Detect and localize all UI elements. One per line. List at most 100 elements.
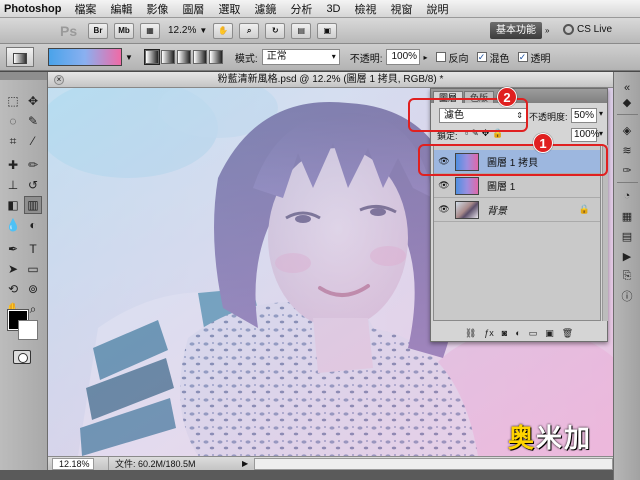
pen-tool-icon[interactable]: ✒ (4, 240, 22, 258)
styles-panel-icon[interactable]: ▤ (619, 228, 635, 244)
layer-opacity-field[interactable]: 50% (571, 108, 597, 123)
3d-panel-icon[interactable]: ◆ (619, 94, 635, 110)
history-panel-icon[interactable]: ⎘ (619, 268, 635, 284)
workspace-bottom (0, 470, 640, 480)
workspace-more-icon[interactable]: » (545, 26, 549, 35)
opacity-slider-icon[interactable]: ▸ (423, 53, 427, 62)
shape-tool-icon[interactable]: ▭ (24, 260, 42, 278)
reflected-gradient-button[interactable] (192, 50, 207, 64)
layer-row[interactable]: 👁 背景 🔒 (434, 198, 600, 222)
info-panel-icon[interactable]: ⓘ (619, 288, 635, 304)
add-mask-icon[interactable]: ◙ (502, 328, 507, 338)
dodge-tool-icon[interactable]: ◐ (24, 216, 42, 234)
new-layer-icon[interactable]: ▣ (545, 328, 554, 339)
swatches-panel-icon[interactable]: ▦ (619, 208, 635, 224)
layer-name[interactable]: 背景 (487, 202, 507, 217)
angle-gradient-button[interactable] (176, 50, 191, 64)
color-panel-icon[interactable]: ◔ (619, 188, 635, 204)
layer-style-icon[interactable]: ƒx (484, 328, 494, 338)
screen-mode-button[interactable]: ▣ (317, 22, 338, 39)
delete-layer-icon[interactable]: 🗑 (562, 328, 573, 339)
reverse-checkbox[interactable]: 反向 (435, 50, 469, 65)
menu-analysis[interactable]: 分析 (283, 1, 319, 17)
fill-field[interactable]: 100% (571, 128, 600, 142)
gradient-tool-icon[interactable]: ▥ (24, 196, 42, 214)
crop-tool-icon[interactable]: ⌗ (4, 132, 22, 150)
diamond-gradient-button[interactable] (208, 50, 223, 64)
app-name-menu[interactable]: Photoshop (0, 3, 67, 15)
visibility-eye-icon[interactable]: 👁 (437, 204, 451, 215)
history-brush-tool-icon[interactable]: ↺ (24, 176, 42, 194)
blur-tool-icon[interactable]: 💧 (4, 216, 22, 234)
step-badge-1: 1 (533, 133, 553, 153)
mode-select[interactable]: 正常 ▾ (261, 49, 340, 65)
link-layers-icon[interactable]: ⛓ (465, 328, 476, 339)
menu-help[interactable]: 說明 (420, 1, 456, 17)
menu-view[interactable]: 檢視 (348, 1, 384, 17)
visibility-eye-icon[interactable]: 👁 (437, 180, 451, 191)
menu-3d[interactable]: 3D (319, 3, 347, 15)
status-zoom-field[interactable]: 12.18% (52, 457, 94, 470)
3d-rotate-tool-icon[interactable]: ⟲ (4, 280, 22, 298)
fill-slider-icon[interactable]: ▾ (599, 129, 603, 138)
zoom-level[interactable]: 12.2% (168, 25, 196, 36)
3d-orbit-tool-icon[interactable]: ⊚ (24, 280, 42, 298)
document-title: 粉藍清新風格.psd @ 12.2% (圖層 1 拷貝, RGB/8) * (217, 74, 444, 85)
lasso-tool-icon[interactable]: ◌ (4, 112, 22, 130)
layers-panel-icon[interactable]: ◈ (619, 122, 635, 138)
radial-gradient-button[interactable] (160, 50, 175, 64)
transparency-checkbox[interactable]: ✓ 透明 (517, 50, 551, 65)
adjustment-layer-icon[interactable]: ◐ (515, 328, 520, 338)
background-color-swatch[interactable] (18, 320, 38, 340)
actions-panel-icon[interactable]: ▶ (619, 248, 635, 264)
cs-live-icon (563, 24, 574, 35)
bridge-button[interactable]: Br (88, 22, 108, 39)
move-tool-icon[interactable]: ✥ (24, 92, 42, 110)
channels-panel-icon[interactable]: ≋ (619, 142, 635, 158)
document-title-bar[interactable]: × 粉藍清新風格.psd @ 12.2% (圖層 1 拷貝, RGB/8) * (48, 72, 613, 88)
clone-stamp-tool-icon[interactable]: ⊥ (4, 176, 22, 194)
opacity-slider-icon[interactable]: ▾ (599, 109, 603, 118)
gradient-picker-icon[interactable]: ▼ (125, 53, 133, 62)
opacity-field[interactable]: 100% (386, 49, 421, 65)
zoom-dropdown-icon[interactable]: ▼ (199, 26, 207, 35)
status-menu-icon[interactable]: ▶ (242, 459, 248, 468)
layer-name[interactable]: 圖層 1 (487, 178, 515, 193)
eraser-tool-icon[interactable]: ◧ (4, 196, 22, 214)
path-selection-tool-icon[interactable]: ➤ (4, 260, 22, 278)
brush-tool-icon[interactable]: ✏ (24, 156, 42, 174)
menu-filter[interactable]: 濾鏡 (247, 1, 283, 17)
dither-checkbox[interactable]: ✓ 混色 (476, 50, 510, 65)
rotate-view-button[interactable]: ↻ (265, 22, 286, 39)
quick-selection-tool-icon[interactable]: ✎ (24, 112, 42, 130)
menu-file[interactable]: 檔案 (67, 1, 103, 17)
hand-tool-button[interactable]: ✋ (213, 22, 234, 39)
horizontal-scrollbar[interactable] (254, 457, 613, 470)
options-bar: ▼ 模式: 正常 ▾ 不透明: 100% ▸ 反向 ✓ 混色 ✓ 透明 (0, 44, 640, 71)
panel-grip[interactable] (0, 72, 47, 80)
cs-live-button[interactable]: CS Live (563, 24, 612, 35)
view-extras-button[interactable]: ▦ (140, 22, 160, 39)
tool-preset-picker[interactable] (6, 47, 34, 67)
workspace-button[interactable]: 基本功能 (490, 22, 542, 39)
healing-brush-tool-icon[interactable]: ✚ (4, 156, 22, 174)
layer-row[interactable]: 👁 圖層 1 (434, 174, 600, 198)
eyedropper-tool-icon[interactable]: ⁄ (24, 132, 42, 150)
menu-select[interactable]: 選取 (211, 1, 247, 17)
gradient-swatch[interactable] (48, 48, 122, 66)
watermark-first: 奥 (508, 423, 537, 453)
close-document-icon[interactable]: × (54, 75, 64, 85)
arrange-documents-button[interactable]: ▤ (291, 22, 312, 39)
quick-mask-button[interactable] (13, 350, 31, 364)
mini-bridge-button[interactable]: Mb (114, 22, 134, 39)
menu-edit[interactable]: 編輯 (103, 1, 139, 17)
marquee-tool-icon[interactable]: ⬚ (4, 92, 22, 110)
zoom-tool-button[interactable]: ⌕ (239, 22, 260, 39)
menu-image[interactable]: 影像 (139, 1, 175, 17)
paths-panel-icon[interactable]: ✑ (619, 162, 635, 178)
menu-window[interactable]: 視窗 (384, 1, 420, 17)
linear-gradient-button[interactable] (143, 49, 160, 65)
menu-layer[interactable]: 圖層 (175, 1, 211, 17)
new-group-icon[interactable]: ▭ (529, 328, 538, 339)
type-tool-icon[interactable]: T (24, 240, 42, 258)
